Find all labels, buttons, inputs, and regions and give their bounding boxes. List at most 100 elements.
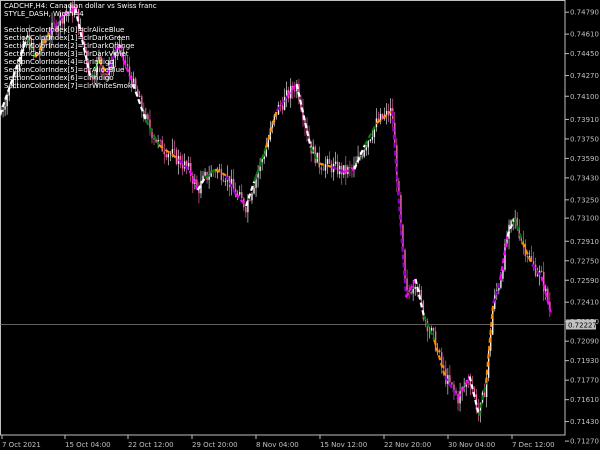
y-tick-label: 0.71930	[570, 357, 599, 365]
y-tick-label: 0.71770	[570, 377, 599, 385]
candle	[369, 138, 372, 143]
zigzag-segment	[244, 181, 256, 207]
indicator-style: STYLE_DASH, Width=4	[4, 10, 84, 18]
indicator-legend: CADCHF,H4: Canadian dollar vs Swiss fran…	[4, 2, 157, 90]
candle	[161, 135, 163, 152]
candle	[336, 154, 339, 178]
legend-entry-0: SectionColorIndex[0]=clrAliceBlue	[4, 26, 125, 34]
candle	[302, 98, 304, 127]
y-tick-label: 0.74100	[570, 93, 599, 101]
x-tick-label: 22 Nov 20:00	[384, 441, 431, 449]
candle	[538, 265, 541, 286]
x-tick-label: 29 Oct 20:00	[192, 441, 238, 449]
candle	[159, 138, 161, 145]
candle	[540, 266, 543, 273]
y-tick-label: 0.72590	[570, 277, 599, 285]
candle	[420, 286, 423, 305]
candle	[445, 360, 447, 387]
legend-entry-4: SectionColorIndex[4]=clrIndigo	[4, 58, 114, 66]
x-tick-label: 7 Oct 2021	[2, 441, 41, 449]
chart-title: CADCHF,H4: Canadian dollar vs Swiss fran…	[4, 2, 157, 10]
candle	[365, 144, 367, 156]
candle	[283, 88, 286, 111]
legend-entry-7: SectionColorIndex[7]=clrWhiteSmoke	[4, 82, 137, 90]
zigzag-segment	[422, 315, 436, 341]
candle	[230, 169, 233, 196]
candle	[257, 165, 259, 188]
x-tick-label: 30 Nov 04:00	[448, 441, 495, 449]
time-axis: 7 Oct 2021 15 Oct 04:00 22 Oct 12:00 29 Oct…	[1, 435, 555, 449]
zigzag-segment	[540, 276, 552, 314]
zigzag-segment	[414, 278, 425, 316]
candle	[181, 154, 184, 176]
legend-entry-5: SectionColorIndex[5]=clrAliceBlue	[4, 66, 125, 74]
candle	[320, 164, 323, 175]
x-tick-label: 22 Oct 12:00	[128, 441, 174, 449]
candle	[447, 368, 449, 395]
zigzag-segment	[468, 376, 481, 416]
candle	[139, 90, 141, 98]
candle	[328, 151, 331, 164]
candle	[334, 151, 337, 167]
candle	[408, 284, 410, 300]
candle	[455, 387, 457, 396]
candle	[375, 108, 378, 132]
candle	[224, 177, 227, 186]
y-tick-label: 0.71430	[570, 418, 599, 426]
candle	[173, 140, 176, 155]
candle	[281, 96, 284, 115]
legend-entry-1: SectionColorIndex[1]=clrDarkGreen	[4, 34, 130, 42]
candle	[332, 157, 335, 181]
y-tick-label: 0.72410	[570, 299, 599, 307]
candle	[251, 191, 253, 204]
y-tick-label: 0.73590	[570, 155, 599, 163]
candle	[306, 117, 308, 142]
candle	[239, 185, 241, 197]
x-tick-label: 8 Nov 04:00	[256, 441, 299, 449]
legend-entry-3: SectionColorIndex[3]=clrDarkViolet	[4, 50, 129, 58]
candle	[457, 390, 459, 411]
y-tick-label: 0.73100	[570, 215, 599, 223]
candle	[379, 108, 382, 125]
candle	[310, 141, 312, 162]
candle	[318, 146, 321, 175]
candle	[330, 160, 333, 178]
x-tick-label: 15 Nov 12:00	[320, 441, 367, 449]
y-tick-label: 0.72910	[570, 238, 599, 246]
candle	[363, 148, 365, 159]
y-tick-label: 0.73750	[570, 135, 599, 143]
candle	[385, 103, 388, 125]
candle	[141, 94, 143, 118]
candle	[526, 254, 529, 263]
candle	[324, 156, 327, 179]
candle	[383, 107, 386, 121]
candle	[543, 261, 545, 301]
zigzag-segment	[499, 236, 509, 280]
candle	[177, 149, 180, 175]
x-tick-label: 15 Oct 04:00	[65, 441, 111, 449]
candle	[163, 143, 165, 164]
candle	[549, 292, 551, 317]
candle	[218, 163, 221, 171]
candle	[200, 170, 202, 199]
candle	[371, 130, 374, 144]
current-price-label: 0.72227	[568, 321, 597, 329]
zigzag-segment	[390, 110, 408, 298]
y-tick-label: 0.73250	[570, 196, 599, 204]
y-tick-label: 0.72090	[570, 338, 599, 346]
y-tick-label: 0.74450	[570, 50, 599, 58]
candle	[438, 348, 441, 355]
candle	[449, 364, 451, 385]
zigzag-segment	[485, 303, 495, 383]
y-tick-label: 0.71610	[570, 396, 599, 404]
candle	[208, 165, 210, 189]
y-tick-label: 0.71270	[570, 438, 599, 446]
candle	[169, 150, 172, 162]
price-axis: 0.74790 0.74610 0.74450 0.74270 0.74100 0.739…	[565, 9, 599, 446]
candle	[463, 377, 465, 393]
y-tick-label: 0.72750	[570, 257, 599, 265]
y-tick-label: 0.74790	[570, 9, 599, 17]
y-tick-label: 0.73430	[570, 174, 599, 182]
candle	[241, 184, 243, 199]
candle	[279, 100, 282, 112]
